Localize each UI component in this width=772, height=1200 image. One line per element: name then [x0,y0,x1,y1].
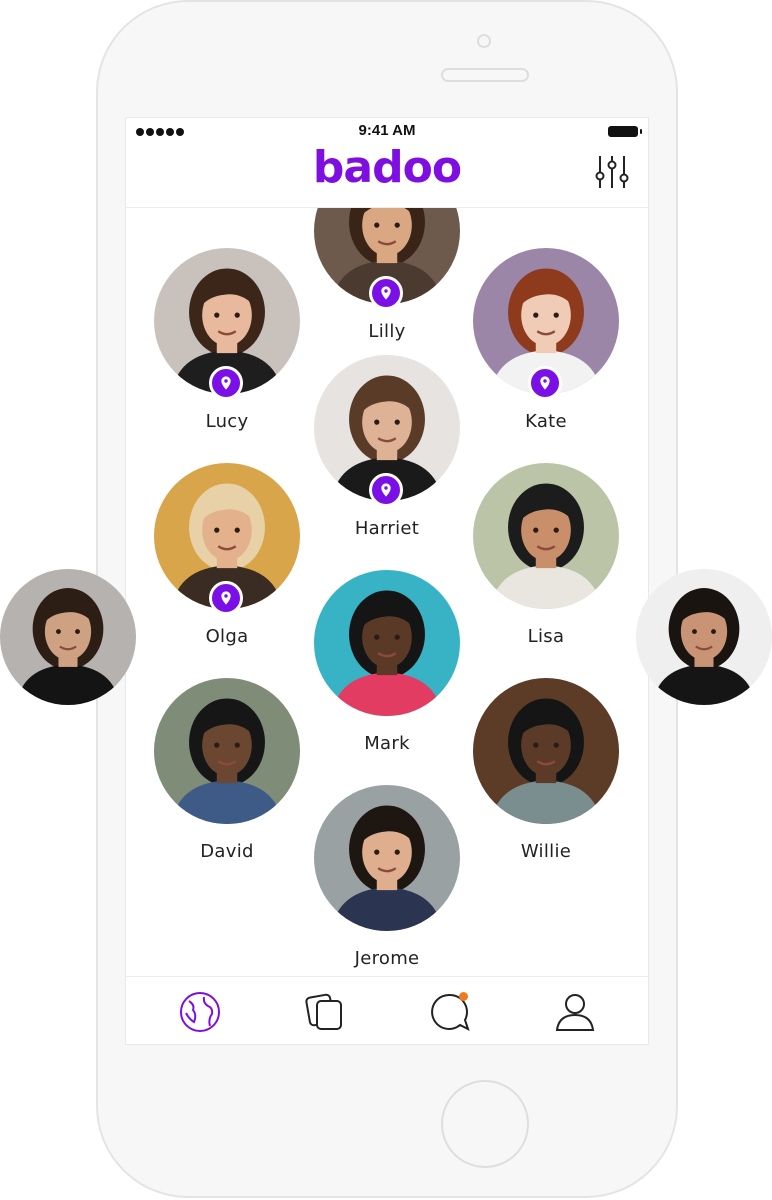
status-time: 9:41 AM [358,122,416,139]
profile-photo[interactable] [473,463,619,609]
person-card-lucy[interactable]: Lucy [154,248,300,438]
person-card-kate[interactable]: Kate [473,248,619,438]
person-name: Mark [364,733,410,754]
people-nearby-grid: Lilly Lucy Kate Harriet Olga Lisa Mark David Wil… [126,208,648,976]
earpiece-speaker [441,68,529,82]
app-logo: badoo [312,142,462,193]
globe-icon [180,992,220,1032]
location-pin-icon [209,581,243,615]
person-name: Jerome [354,948,420,969]
person-name: Kate [525,411,567,432]
location-pin-icon [369,276,403,310]
unread-badge [459,992,468,1001]
person-name: Lilly [368,321,406,342]
person-card-olga[interactable]: Olga [154,463,300,653]
profile-photo[interactable] [473,678,619,824]
tab-chat[interactable] [427,989,473,1035]
profile-photo[interactable] [154,678,300,824]
sliders-icon[interactable] [592,152,632,192]
person-name: David [200,841,254,862]
person-card-david[interactable]: David [154,678,300,868]
app-screen: 9:41 AM badoo Lilly Lucy Kate Harriet Olga Li… [125,117,649,1045]
cards-icon [305,993,342,1030]
person-name: Olga [205,626,249,647]
location-pin-icon [209,366,243,400]
person-name: Lisa [527,626,565,647]
tab-profile[interactable] [552,989,598,1035]
profile-photo[interactable] [314,570,460,716]
person-name: Lucy [205,411,249,432]
person-card-mark[interactable]: Mark [314,570,460,760]
person-card-harriet[interactable]: Harriet [314,355,460,545]
location-pin-icon [369,473,403,507]
left-profile-photo[interactable] [0,569,136,705]
person-name: Harriet [354,518,420,539]
person-card-lisa[interactable]: Lisa [473,463,619,653]
front-camera [477,34,491,48]
right-profile-photo[interactable] [636,569,772,705]
bottom-tab-bar [126,976,648,1044]
person-card-willie[interactable]: Willie [473,678,619,868]
profile-icon [555,994,595,1031]
battery-icon [608,126,642,137]
location-pin-icon [528,366,562,400]
home-button[interactable] [441,1080,529,1168]
tab-globe[interactable] [177,989,223,1035]
person-name: Willie [520,841,572,862]
person-card-lilly[interactable]: Lilly [314,208,460,348]
app-header: badoo [126,142,648,208]
tab-cards[interactable] [302,989,348,1035]
profile-photo[interactable] [314,785,460,931]
person-card-jerome[interactable]: Jerome [314,785,460,975]
